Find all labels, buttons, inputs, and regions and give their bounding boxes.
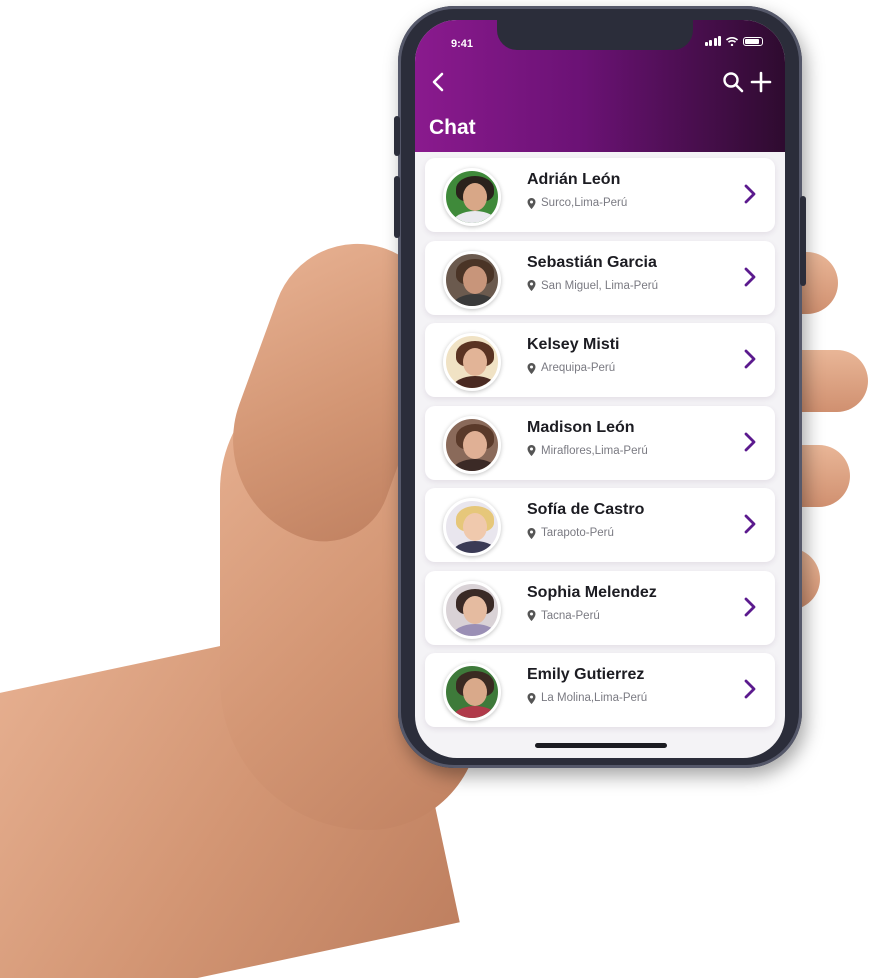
- contact-name: Madison León: [527, 418, 635, 436]
- contact-card[interactable]: Sebastián Garcia San Miguel, Lima-Perú: [425, 240, 775, 315]
- contact-card[interactable]: Kelsey Misti Arequipa-Perú: [425, 323, 775, 397]
- signal-icon: [704, 36, 721, 46]
- contact-location: Arequipa-Perú: [527, 362, 615, 374]
- phone-device: 9:41 Chat Adrián León Surco,Lima-Perú Se…: [394, 6, 806, 768]
- location-pin-icon: [527, 197, 536, 209]
- contact-card[interactable]: Emily Gutierrez La Molina,Lima-Perú: [425, 653, 775, 727]
- contact-name: Sofía de Castro: [527, 501, 645, 518]
- contact-name: Emily Gutierrez: [527, 666, 645, 683]
- contact-card[interactable]: Adrián León Surco,Lima-Perú: [425, 158, 775, 232]
- avatar: [443, 580, 501, 639]
- contact-card[interactable]: Madison León Miraflores,Lima-Perú: [425, 405, 775, 480]
- chevron-right-icon[interactable]: [741, 265, 759, 289]
- location-text: Arequipa-Perú: [541, 362, 616, 374]
- avatar: [443, 663, 501, 721]
- location-text: Tacna-Perú: [541, 609, 600, 622]
- contact-location: San Miguel, Lima-Perú: [527, 280, 658, 292]
- contact-name: Sophia Melendez: [527, 583, 657, 601]
- status-time: 9:41: [451, 38, 474, 50]
- avatar: [443, 415, 501, 474]
- location-text: Tarapoto-Perú: [541, 527, 614, 539]
- contact-list: Adrián León Surco,Lima-Perú Sebastián Ga…: [415, 158, 785, 736]
- chevron-right-icon[interactable]: [741, 595, 759, 619]
- location-pin-icon: [527, 280, 536, 291]
- add-contact-button[interactable]: [749, 70, 773, 94]
- avatar: [443, 498, 501, 556]
- home-indicator[interactable]: [535, 743, 667, 748]
- chevron-right-icon[interactable]: [741, 512, 759, 536]
- contact-name: Adrián León: [527, 171, 621, 188]
- volume-up-button: [394, 116, 400, 156]
- contact-name: Kelsey Misti: [527, 336, 620, 353]
- page-title: Chat: [429, 116, 476, 139]
- chevron-right-icon[interactable]: [741, 347, 759, 371]
- contact-location: Miraflores,Lima-Perú: [527, 445, 648, 457]
- status-icons: [704, 36, 763, 46]
- contact-location: La Molina,Lima-Perú: [527, 692, 647, 704]
- app-header: 9:41 Chat: [415, 20, 785, 152]
- device-notch: [497, 20, 693, 50]
- location-pin-icon: [527, 692, 536, 704]
- location-text: Surco,Lima-Perú: [541, 197, 628, 209]
- battery-icon: [743, 37, 763, 46]
- chevron-right-icon[interactable]: [741, 182, 759, 206]
- location-text: San Miguel, Lima-Perú: [541, 279, 658, 292]
- chevron-right-icon[interactable]: [741, 430, 759, 454]
- avatar: [443, 168, 501, 226]
- contact-location: Surco,Lima-Perú: [527, 197, 627, 209]
- wifi-icon: [726, 37, 738, 46]
- location-text: Miraflores,Lima-Perú: [541, 444, 648, 457]
- contact-location: Tacna-Perú: [527, 610, 600, 622]
- search-icon[interactable]: [721, 70, 745, 94]
- contact-location: Tarapoto-Perú: [527, 527, 614, 539]
- app-screen: 9:41 Chat Adrián León Surco,Lima-Perú Se…: [415, 20, 785, 758]
- location-pin-icon: [527, 445, 536, 456]
- location-text: La Molina,Lima-Perú: [541, 692, 648, 704]
- chevron-right-icon[interactable]: [741, 677, 759, 701]
- avatar: [443, 250, 501, 309]
- volume-down-button: [394, 176, 400, 238]
- location-pin-icon: [527, 362, 536, 374]
- contact-name: Sebastián Garcia: [527, 253, 657, 271]
- power-button: [800, 196, 806, 286]
- back-button[interactable]: [427, 70, 451, 94]
- contact-card[interactable]: Sofía de Castro Tarapoto-Perú: [425, 488, 775, 562]
- location-pin-icon: [527, 527, 536, 539]
- location-pin-icon: [527, 610, 536, 621]
- contact-card[interactable]: Sophia Melendez Tacna-Perú: [425, 570, 775, 645]
- avatar: [443, 333, 501, 391]
